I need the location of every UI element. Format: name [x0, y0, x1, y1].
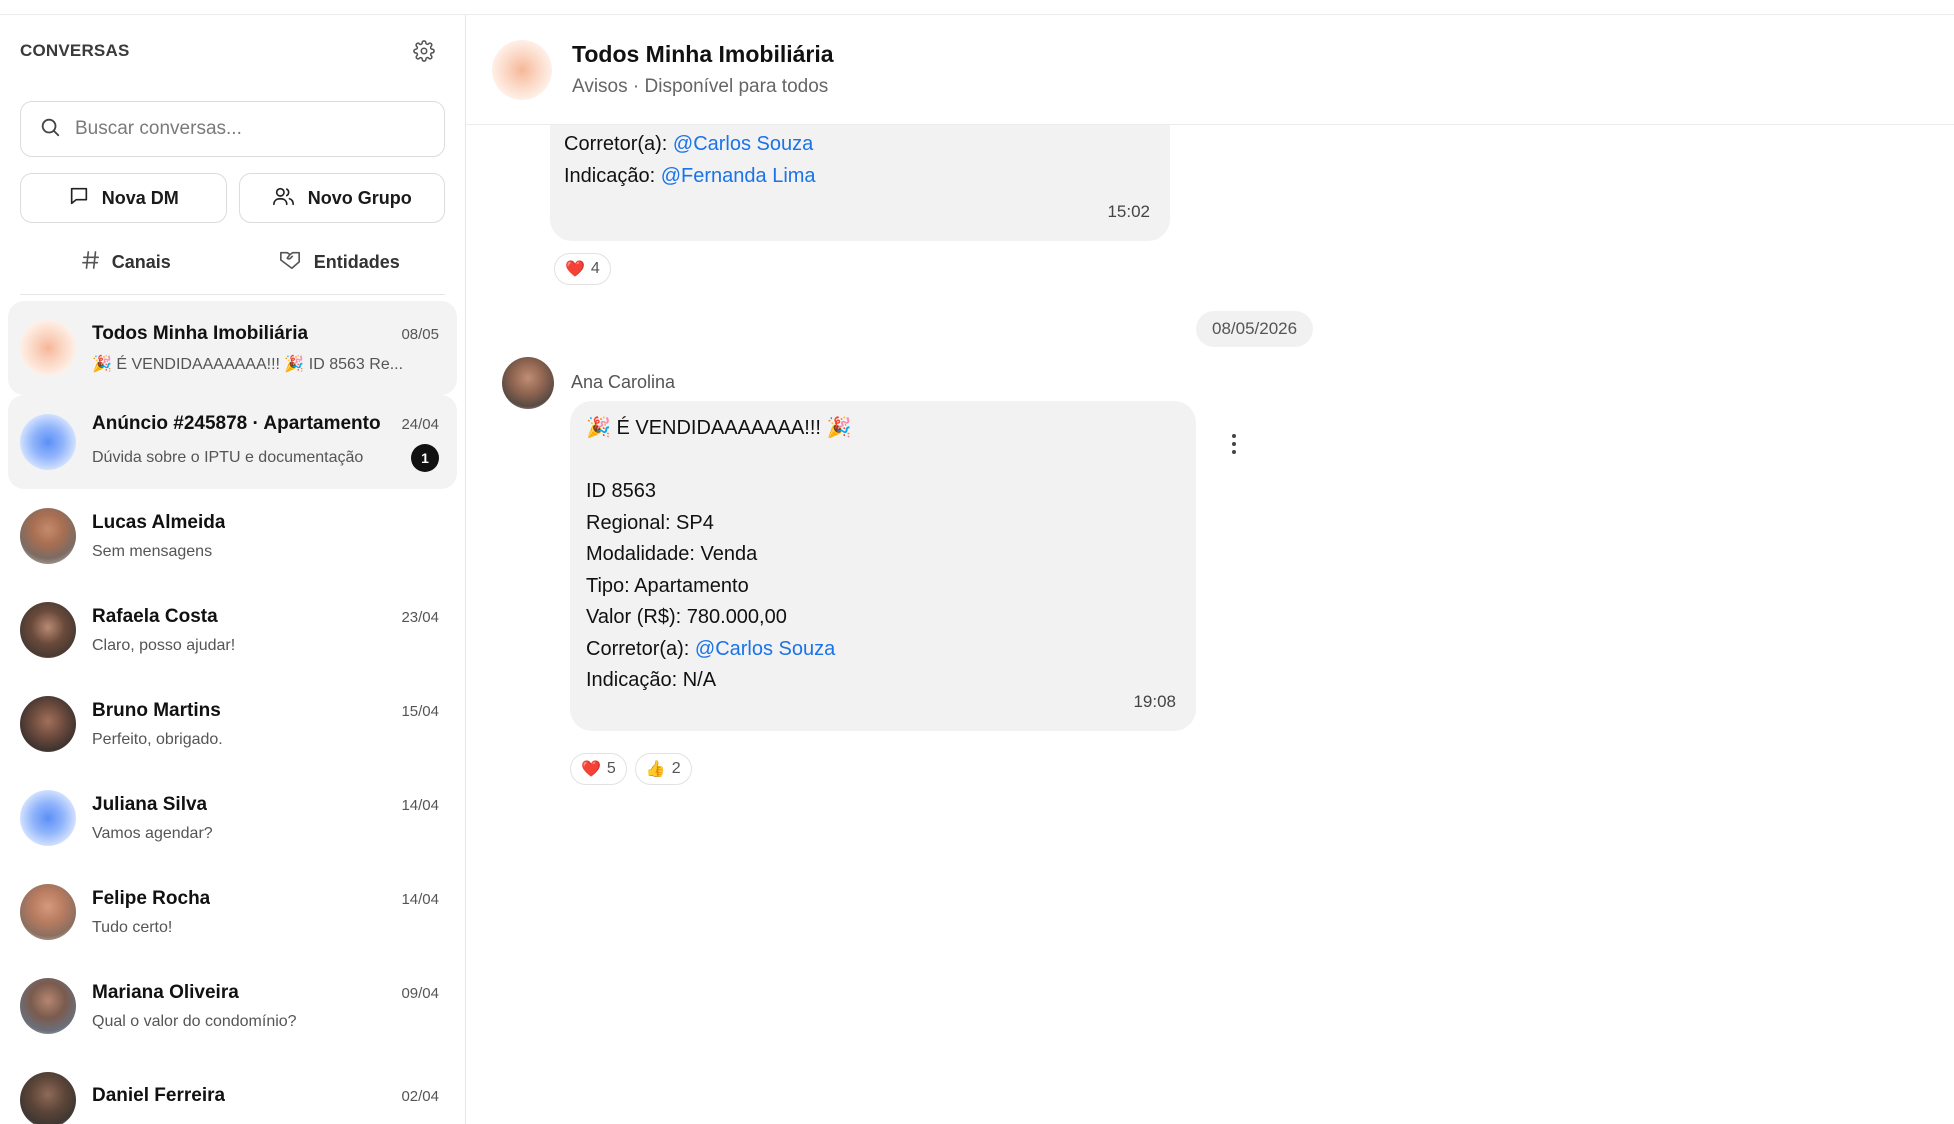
message-line: Indicação: @Fernanda Lima [564, 164, 816, 187]
conversation-name: Mariana Oliveira [92, 981, 239, 1003]
message-time: 19:08 [1133, 691, 1176, 711]
conversation-list: Todos Minha Imobiliária 08/05 🎉 É VENDID… [0, 295, 465, 1124]
new-group-button[interactable]: Novo Grupo [238, 173, 445, 223]
message-line: ID 8563 [586, 480, 657, 502]
conversation-time: 23/04 [401, 608, 439, 626]
sender-avatar [502, 357, 554, 409]
reaction-heart[interactable]: ❤️ 5 [570, 753, 627, 785]
message-line: 🎉 É VENDIDAAAAAAA!!! 🎉 [586, 417, 852, 439]
conversation-time: 02/04 [401, 1087, 439, 1105]
search-box[interactable] [20, 101, 445, 157]
message-line: Regional: SP4 [586, 511, 714, 534]
conversation-name: Rafaela Costa [92, 605, 218, 627]
conversation-name: Todos Minha Imobiliária [92, 322, 309, 344]
search-input[interactable] [75, 118, 426, 140]
channels-link[interactable]: Canais [20, 250, 233, 275]
sender-name: Ana Carolina [571, 372, 676, 392]
users-icon [272, 185, 296, 212]
sidebar-header: CONVERSAS [0, 15, 465, 87]
mention-link[interactable]: @Carlos Souza [695, 638, 835, 660]
new-dm-label: Nova DM [101, 187, 179, 208]
conversation-preview: Dúvida sobre o IPTU e documentação [92, 448, 364, 466]
avatar [20, 790, 76, 846]
conversation-name: Juliana Silva [92, 793, 208, 815]
reaction-thumbs-up[interactable]: 👍 2 [634, 753, 692, 785]
mention-link[interactable]: @Fernanda Lima [661, 165, 816, 187]
conversation-preview: Sem mensagens [92, 542, 213, 560]
message-line: Indicação: N/A [586, 669, 717, 691]
conversations-sidebar: CONVERSAS Nova DM Novo Grupo [0, 15, 466, 1124]
conversation-name: Felipe Rocha [92, 887, 211, 909]
chat-subtitle: Avisos · Disponível para todos [572, 76, 829, 97]
conversation-item[interactable]: Lucas Almeida Sem mensagens [8, 489, 457, 583]
message-bubble: 🎉 É VENDIDAAAAAAA!!! 🎉 ID 8563 Regional:… [570, 401, 1196, 731]
conversation-item[interactable]: Anúncio #245878 · Apartamento 24/04 Dúvi… [8, 395, 457, 489]
new-group-label: Novo Grupo [307, 187, 412, 208]
conversation-item[interactable]: Todos Minha Imobiliária 08/05 🎉 É VENDID… [8, 301, 457, 395]
chat-title: Todos Minha Imobiliária [572, 41, 834, 67]
more-options-icon[interactable] [1224, 429, 1244, 459]
channels-label: Canais [111, 252, 171, 272]
conversation-preview: Claro, posso ajudar! [92, 636, 236, 654]
chat-panel: Todos Minha Imobiliária Avisos · Disponí… [466, 15, 1954, 1124]
reaction-bar: ❤️ 5 👍 2 [570, 753, 692, 785]
avatar [20, 508, 76, 564]
handshake-icon [278, 249, 302, 276]
date-divider: 08/05/2026 [1196, 311, 1314, 347]
avatar [20, 884, 76, 940]
message-line [586, 445, 1180, 477]
chat-header: Todos Minha Imobiliária Avisos · Disponí… [466, 15, 1954, 125]
mention-link[interactable]: @Carlos Souza [673, 133, 813, 155]
conversation-time: 09/04 [401, 984, 439, 1002]
unread-badge: 1 [411, 443, 439, 472]
reaction-heart[interactable]: ❤️ 4 [554, 253, 611, 285]
sidebar-title: CONVERSAS [20, 41, 130, 60]
conversation-name: Daniel Ferreira [92, 1084, 226, 1106]
message-list: Corretor(a): @Carlos Souza Indicação: @F… [466, 85, 1954, 1124]
message-line: Corretor(a): @Carlos Souza [586, 637, 836, 660]
conversation-time: 15/04 [401, 702, 439, 720]
conversation-item[interactable]: Felipe Rocha 14/04 Tudo certo! [8, 865, 457, 959]
gear-icon[interactable] [411, 38, 437, 64]
new-dm-button[interactable]: Nova DM [20, 173, 227, 223]
conversation-item[interactable]: Mariana Oliveira 09/04 Qual o valor do c… [8, 959, 457, 1053]
hash-icon [81, 250, 100, 275]
message-icon [68, 185, 90, 212]
sidebar-links: Canais Entidades [20, 231, 445, 295]
conversation-item[interactable]: Juliana Silva 14/04 Vamos agendar? [8, 771, 457, 865]
avatar [20, 696, 76, 752]
app-window: CONVERSAS Nova DM Novo Grupo [0, 14, 1954, 1124]
conversation-item[interactable]: Rafaela Costa 23/04 Claro, posso ajudar! [8, 583, 457, 677]
conversation-time: 14/04 [401, 796, 439, 814]
conversation-name: Anúncio #245878 · Apartamento [92, 412, 381, 434]
conversation-time: 14/04 [401, 890, 439, 908]
conversation-item[interactable]: Daniel Ferreira 02/04 [8, 1053, 457, 1124]
conversation-preview: Perfeito, obrigado. [92, 730, 223, 748]
conversation-preview: Tudo certo! [92, 918, 173, 936]
conversation-preview: Vamos agendar? [92, 824, 213, 842]
avatar [20, 1072, 76, 1124]
channel-avatar [492, 39, 552, 100]
message-line: Tipo: Apartamento [586, 574, 749, 597]
message-line: Modalidade: Venda [586, 543, 758, 565]
message-time: 15:02 [1107, 201, 1150, 221]
conversation-preview: Qual o valor do condomínio? [92, 1012, 297, 1030]
conversation-time: 08/05 [401, 325, 439, 343]
conversation-time: 24/04 [401, 415, 439, 433]
conversation-name: Bruno Martins [92, 699, 221, 721]
conversation-preview: 🎉 É VENDIDAAAAAAA!!! 🎉 ID 8563 Re... [92, 355, 404, 373]
avatar [20, 320, 76, 376]
entities-link[interactable]: Entidades [233, 249, 446, 276]
message-line: Corretor(a): @Carlos Souza [564, 133, 814, 155]
message-line: Valor (R$): 780.000,00 [586, 606, 787, 628]
avatar [20, 414, 76, 470]
avatar [20, 978, 76, 1034]
search-icon [39, 116, 61, 143]
reaction-bar: ❤️ 4 [554, 253, 611, 285]
conversation-name: Lucas Almeida [92, 511, 226, 533]
entities-label: Entidades [313, 252, 400, 272]
avatar [20, 602, 76, 658]
action-buttons: Nova DM Novo Grupo [20, 173, 445, 223]
conversation-item[interactable]: Bruno Martins 15/04 Perfeito, obrigado. [8, 677, 457, 771]
